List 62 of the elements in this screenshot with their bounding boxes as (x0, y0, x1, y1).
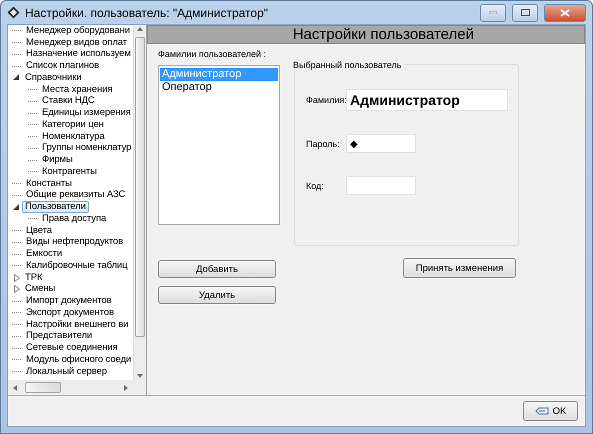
tree-item[interactable]: Категории цен (39, 118, 107, 131)
minimize-button[interactable] (480, 4, 506, 22)
tree-item[interactable]: Модуль офисного соеди (23, 354, 133, 366)
window-title: Настройки. пользователь: "Администратор" (25, 6, 270, 20)
vertical-scrollbar[interactable] (133, 25, 146, 380)
scroll-left-icon[interactable] (11, 384, 19, 392)
input-field[interactable]: ◆ (346, 134, 416, 153)
tree-item[interactable]: Цвета (23, 224, 55, 237)
tree-item[interactable]: Экспорт документов (23, 306, 117, 319)
field-label: Код: (306, 180, 325, 190)
close-icon (560, 8, 570, 16)
expand-icon[interactable] (14, 274, 20, 282)
tree-item[interactable]: Локальный сервер (23, 366, 110, 378)
maximize-button[interactable] (512, 4, 538, 22)
tree-item[interactable]: Настройки внешнего ви (23, 318, 132, 331)
group-title: Выбранный пользователь (293, 60, 404, 70)
tree-item[interactable]: Права доступа (39, 212, 110, 225)
apply-button[interactable]: Принять изменения (403, 258, 516, 278)
tree-item[interactable]: Номенклатура (39, 130, 108, 143)
tree-item[interactable]: Константы (23, 178, 75, 190)
tree-item[interactable]: Ставки НДС (39, 95, 98, 108)
tree-item[interactable]: Сетевые соединения (23, 342, 121, 354)
tree-item[interactable]: Группы номенклатур (39, 142, 133, 154)
tree-item[interactable]: Фирмы (39, 154, 76, 166)
app-icon (7, 6, 20, 19)
user-list[interactable]: Администратор Оператор (158, 65, 280, 225)
tree-item[interactable]: Назначение используем (23, 48, 133, 60)
horizontal-scrollbar[interactable] (8, 380, 133, 395)
tree-item[interactable]: Единицы измерения (39, 107, 133, 120)
input-field[interactable]: Администратор (346, 89, 508, 111)
add-button[interactable]: Добавить (158, 260, 276, 278)
tree-item[interactable]: ТРК (22, 272, 46, 284)
expand-icon[interactable] (14, 285, 20, 294)
tree-item[interactable]: Список плагинов (23, 60, 102, 72)
tree-item[interactable]: Пользователи (22, 201, 89, 214)
minimize-icon (489, 11, 497, 14)
tree-item[interactable]: Калибровочные таблиц (23, 260, 130, 272)
scroll-up-icon[interactable] (136, 25, 144, 33)
close-button[interactable] (544, 4, 586, 22)
input-field[interactable] (346, 176, 416, 195)
field-label: Фамилия: (306, 95, 344, 105)
list-item[interactable]: Оператор (160, 81, 278, 94)
tree-item[interactable]: Представители (23, 330, 96, 342)
tree-item[interactable]: Виды нефтепродуктов (23, 236, 126, 248)
tree-item[interactable]: Менеджер оборудовани (23, 25, 133, 37)
tree-item[interactable]: Менеджер видов оплат (23, 36, 130, 49)
collapse-icon[interactable] (13, 74, 20, 82)
tree-item[interactable]: Места хранения (39, 84, 116, 96)
delete-button[interactable]: Удалить (158, 286, 276, 304)
tree-item[interactable]: Импорт документов (23, 295, 115, 308)
scroll-right-icon[interactable] (122, 384, 130, 392)
field-label: Пароль: (306, 138, 341, 148)
tree-item[interactable]: Емкости (23, 248, 66, 260)
tree-item[interactable]: Смены (22, 283, 58, 296)
tree-item[interactable]: Справочники (22, 72, 84, 84)
section-title: Настройки пользователей (292, 26, 474, 43)
ok-button[interactable]: OK (523, 401, 578, 421)
collapse-icon[interactable] (13, 204, 20, 211)
list-label: Фамилии пользователей : (158, 49, 268, 60)
maximize-icon (520, 9, 530, 16)
tree-item[interactable]: Контрагенты (39, 166, 100, 178)
tree-item[interactable]: Общие реквизиты АЗС (23, 189, 128, 202)
